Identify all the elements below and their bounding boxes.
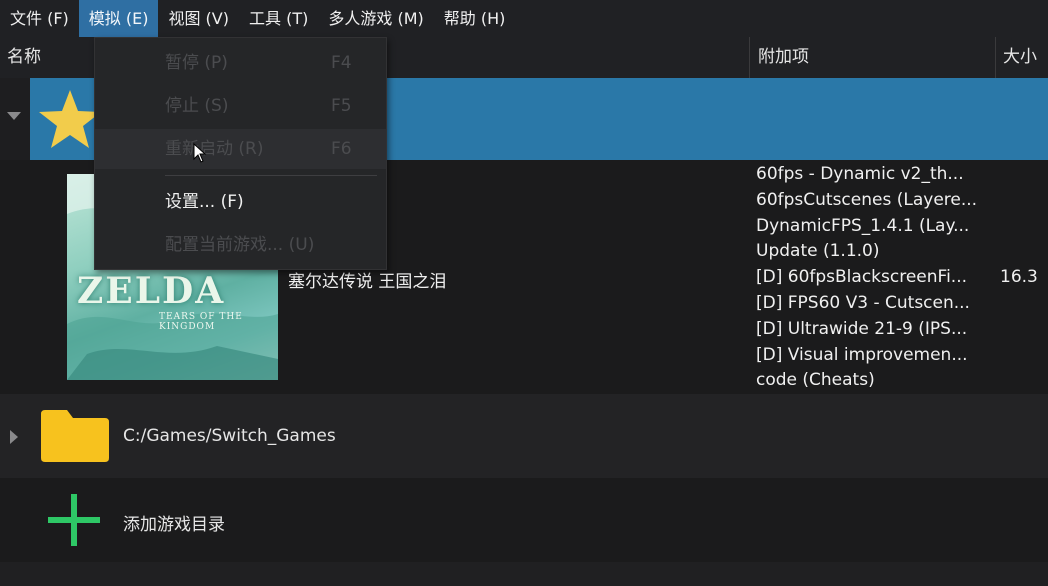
emulation-menu-dropdown: 暂停 (P) F4 停止 (S) F5 重新启动 (R) F6 设置... (F…: [94, 37, 387, 270]
addon-item: 60fps - Dynamic v2_th...: [756, 164, 964, 184]
menu-item-label: 停止 (S): [165, 96, 229, 116]
menu-item-label: 暂停 (P): [165, 53, 228, 73]
add-directory-label: 添加游戏目录: [123, 515, 225, 535]
menu-item-restart[interactable]: 重新启动 (R) F6: [95, 129, 386, 169]
addon-item: code (Cheats): [756, 370, 875, 391]
menu-item-configure-current-game[interactable]: 配置当前游戏... (U): [95, 225, 386, 265]
menu-emulation[interactable]: 模拟 (E): [78, 0, 159, 37]
menu-item-shortcut: F6: [331, 139, 352, 159]
game-size: 16.3: [1000, 267, 1038, 287]
menu-item-label: 配置当前游戏... (U): [165, 235, 315, 255]
column-divider[interactable]: [749, 37, 750, 78]
menu-tools[interactable]: 工具 (T): [239, 0, 318, 37]
addon-item: 60fpsCutscenes (Layere...: [756, 189, 978, 210]
column-header-addons[interactable]: 附加项: [758, 37, 809, 78]
add-directory-row[interactable]: 添加游戏目录: [0, 478, 1048, 562]
cover-logo: ZELDA: [77, 270, 226, 312]
addon-item: [D] 60fpsBlackscreenFi...: [756, 267, 968, 288]
menu-item-stop[interactable]: 停止 (S) F5: [95, 86, 386, 126]
plus-icon: [48, 494, 100, 546]
mouse-cursor-icon: [193, 143, 207, 163]
menu-multiplayer[interactable]: 多人游戏 (M): [318, 0, 433, 37]
menu-file[interactable]: 文件 (F): [0, 0, 79, 37]
game-directory-path: C:/Games/Switch_Games: [123, 426, 336, 446]
game-directory-row[interactable]: C:/Games/Switch_Games: [0, 394, 1048, 478]
menu-help[interactable]: 帮助 (H): [434, 0, 516, 37]
folder-icon: [41, 410, 109, 462]
column-header-size[interactable]: 大小: [1003, 37, 1037, 78]
menu-bar: 文件 (F) 模拟 (E) 视图 (V) 工具 (T) 多人游戏 (M) 帮助 …: [0, 0, 1048, 37]
menu-item-settings[interactable]: 设置... (F): [95, 182, 386, 222]
star-icon: [39, 90, 101, 148]
column-divider[interactable]: [995, 37, 996, 78]
addon-item: Update (1.1.0): [756, 241, 880, 262]
addon-item: [D] FPS60 V3 - Cutscen...: [756, 292, 970, 313]
collapse-arrow-icon[interactable]: [7, 111, 21, 121]
list-empty-area: [0, 562, 1048, 586]
menu-item-label: 重新启动 (R): [165, 139, 264, 159]
addon-item: [D] Visual improvemen...: [756, 344, 968, 365]
column-header-name[interactable]: 名称: [7, 37, 41, 78]
expand-arrow-icon[interactable]: [9, 430, 19, 444]
menu-item-shortcut: F4: [331, 53, 352, 73]
cover-subtitle: TEARS OF THE KINGDOM: [159, 312, 243, 332]
menu-separator: [165, 175, 377, 176]
addon-item: DynamicFPS_1.4.1 (Lay...: [756, 215, 970, 236]
menu-view[interactable]: 视图 (V): [158, 0, 239, 37]
menu-item-pause[interactable]: 暂停 (P) F4: [95, 43, 386, 83]
game-title: 塞尔达传说 王国之泪: [288, 272, 447, 292]
menu-item-shortcut: F5: [331, 96, 352, 116]
addon-item: [D] Ultrawide 21-9 (IPS...: [756, 318, 968, 339]
addons-list: 60fps - Dynamic v2_th... 60fpsCutscenes …: [756, 162, 996, 394]
menu-item-label: 设置... (F): [165, 192, 244, 212]
